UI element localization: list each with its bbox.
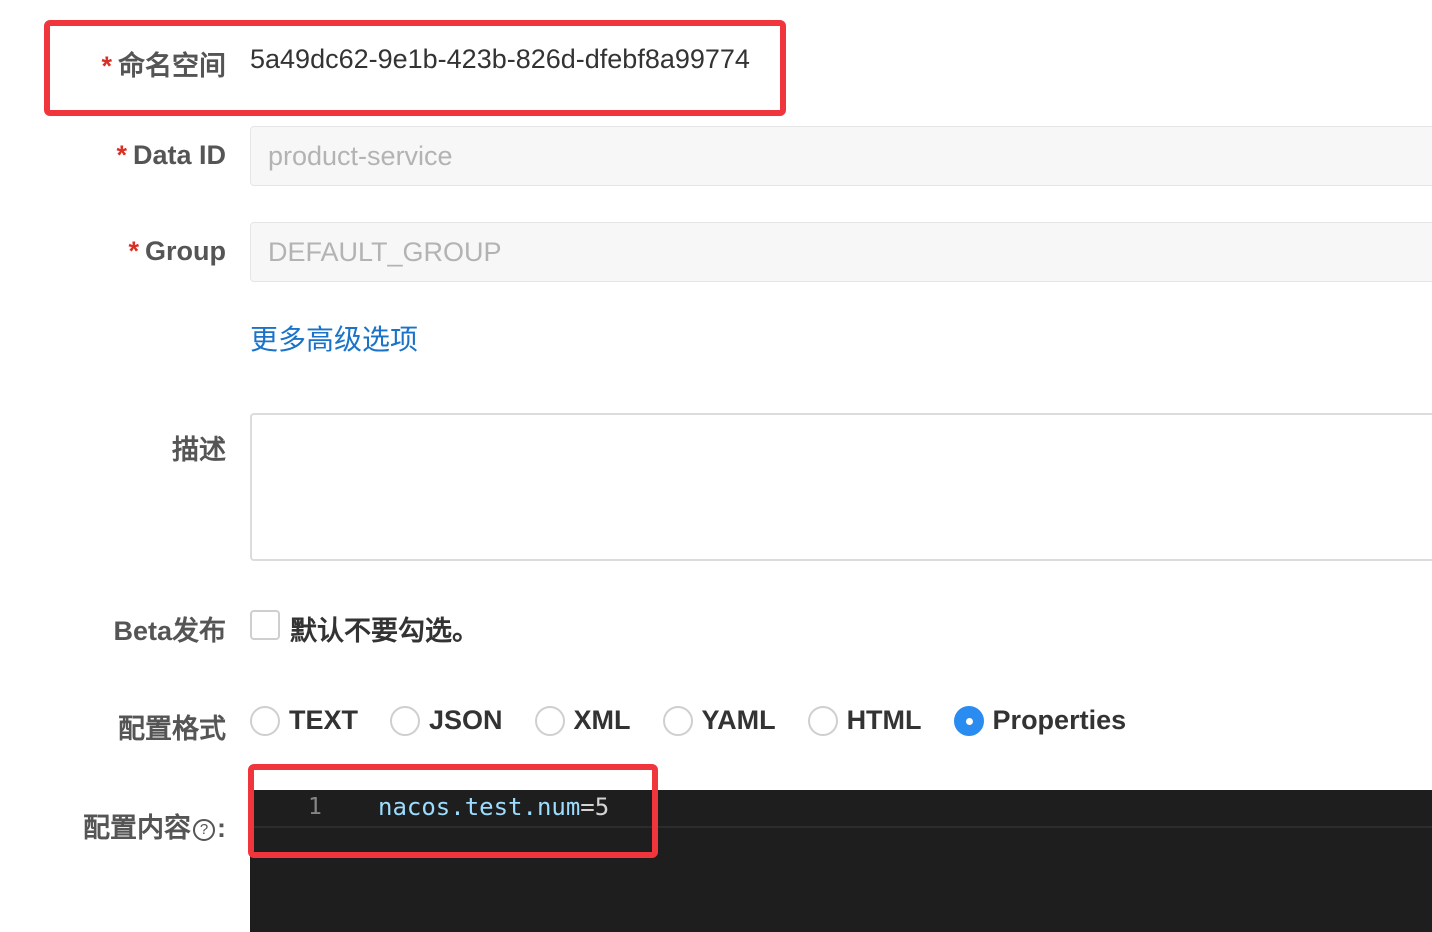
format-option-html[interactable]: HTML — [807, 705, 922, 736]
radio-label: JSON — [429, 705, 503, 735]
data-id-input[interactable]: product-service — [250, 126, 1432, 186]
required-mark: * — [116, 140, 127, 170]
radio-label: TEXT — [289, 705, 359, 735]
question-circle-icon[interactable]: ? — [193, 818, 215, 841]
radio-label: HTML — [846, 705, 922, 735]
radio-button[interactable] — [534, 705, 565, 736]
radio-label: Properties — [992, 705, 1127, 735]
beta-checkbox[interactable] — [250, 610, 280, 640]
radio-button[interactable] — [250, 705, 280, 736]
description-label: 描述 — [172, 435, 226, 465]
description-textarea[interactable] — [250, 413, 1432, 561]
format-option-xml[interactable]: XML — [534, 705, 631, 736]
content-label-text: 配置内容 — [83, 813, 191, 843]
namespace-highlight-box — [44, 20, 786, 116]
group-input[interactable]: DEFAULT_GROUP — [250, 222, 1432, 282]
beta-label: Beta发布 — [113, 616, 226, 646]
content-highlight-box — [248, 764, 658, 858]
format-option-json[interactable]: JSON — [390, 705, 503, 736]
format-label: 配置格式 — [118, 714, 226, 744]
radio-button[interactable] — [662, 705, 693, 736]
format-radio-group: TEXT JSON XML YAML HTML Properties — [250, 705, 1158, 736]
format-option-properties[interactable]: Properties — [953, 705, 1127, 736]
advanced-options-link[interactable]: 更多高级选项 — [250, 318, 418, 358]
radio-label: YAML — [701, 705, 776, 735]
format-option-yaml[interactable]: YAML — [662, 705, 776, 736]
content-label-colon: : — [217, 813, 226, 843]
data-id-label-text: Data ID — [132, 140, 226, 170]
format-option-text[interactable]: TEXT — [250, 705, 358, 736]
group-label-text: Group — [145, 236, 226, 266]
radio-button[interactable] — [807, 705, 838, 736]
radio-button[interactable] — [390, 705, 421, 736]
radio-button-checked[interactable] — [953, 705, 984, 736]
config-form: * 命名空间 5a49dc62-9e1b-423b-826d-dfebf8a997… — [0, 0, 1432, 932]
data-id-label: * Data ID — [116, 140, 226, 171]
radio-label: XML — [573, 705, 631, 735]
beta-checkbox-label: 默认不要勾选。 — [290, 616, 479, 646]
content-label: 配置内容?: — [83, 806, 226, 845]
group-label: * Group — [128, 236, 226, 267]
required-mark: * — [128, 236, 139, 266]
